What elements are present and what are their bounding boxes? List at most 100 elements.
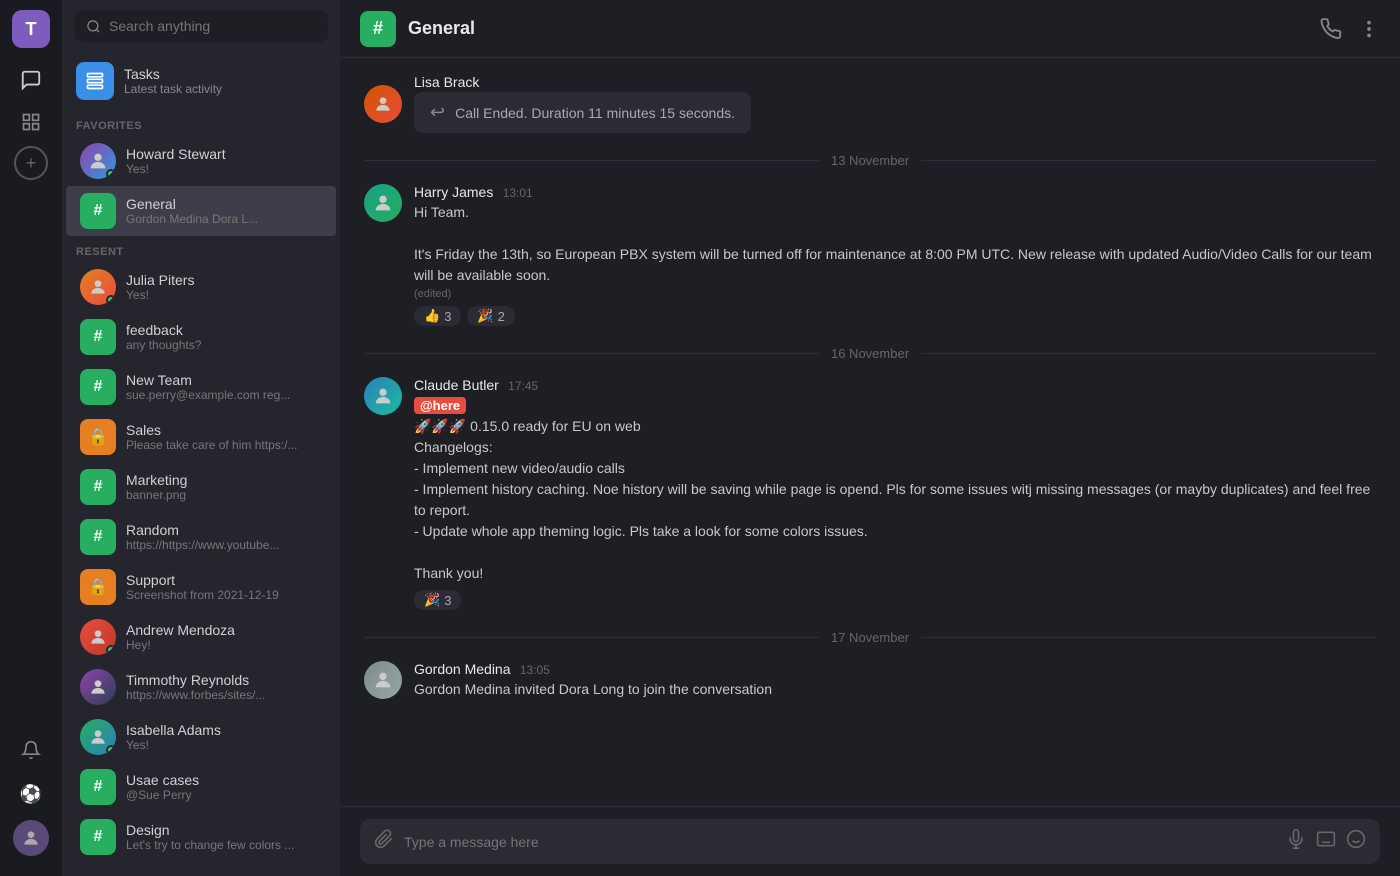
search-input[interactable]: [109, 18, 316, 34]
bell-icon[interactable]: [13, 732, 49, 768]
chat-title: General: [408, 18, 475, 39]
sidebar-item-sales[interactable]: 🔒 Sales Please take care of him https:/.…: [66, 412, 336, 462]
channel-name: Sales: [126, 422, 322, 438]
message-body: Claude Butler 17:45 @here 🚀🚀🚀 0.15.0 rea…: [414, 377, 1376, 610]
chat-messages: Lisa Brack ↩ Call Ended. Duration 11 min…: [340, 58, 1400, 806]
channel-name: Andrew Mendoza: [126, 622, 322, 638]
message-row-harry: Harry James 13:01 Hi Team. It's Friday t…: [364, 184, 1376, 326]
grid-icon[interactable]: [13, 104, 49, 140]
channel-sub: Please take care of him https:/...: [126, 438, 322, 452]
channel-hash-icon: #: [80, 769, 116, 805]
channel-sub: Hey!: [126, 638, 322, 652]
sender-name: Harry James: [414, 184, 493, 200]
favorites-section-label: FAVORITES: [62, 110, 340, 136]
message-time: 17:45: [508, 379, 538, 393]
channel-sub: https://www.forbes/sites/...: [126, 688, 322, 702]
chat-main: # General Lisa Brack ↩ Call: [340, 0, 1400, 876]
channel-sub: @Sue Perry: [126, 788, 322, 802]
more-options-icon[interactable]: [1358, 18, 1380, 40]
channel-hash-icon: #: [80, 319, 116, 355]
emoji-icon[interactable]: [1346, 829, 1366, 854]
channel-sub: Yes!: [126, 162, 322, 176]
channel-name: Timmothy Reynolds: [126, 672, 322, 688]
channel-sub: Let's try to change few colors ...: [126, 838, 322, 852]
sidebar-item-newteam[interactable]: # New Team sue.perry@example.com reg...: [66, 362, 336, 412]
sidebar-item-julia[interactable]: Julia Piters Yes!: [66, 262, 336, 312]
channel-sub: sue.perry@example.com reg...: [126, 388, 322, 402]
keyboard-icon[interactable]: [1316, 829, 1336, 854]
sender-name: Claude Butler: [414, 377, 499, 393]
tasks-item[interactable]: Tasks Latest task activity: [62, 52, 340, 110]
date-divider-16nov: 16 November: [364, 346, 1376, 361]
call-ended-bubble: ↩ Call Ended. Duration 11 minutes 15 sec…: [414, 92, 751, 133]
channel-hash-icon: #: [80, 369, 116, 405]
channel-name: New Team: [126, 372, 322, 388]
chat-icon[interactable]: [13, 62, 49, 98]
message-input-area: [340, 806, 1400, 876]
message-time: 13:05: [520, 663, 550, 677]
date-label: 13 November: [831, 153, 909, 168]
tasks-title: Tasks: [124, 66, 222, 82]
reaction-party2[interactable]: 🎉 3: [414, 590, 461, 610]
channel-sub: banner.png: [126, 488, 322, 502]
sidebar-item-general[interactable]: # General Gordon Medina Dora L...: [66, 186, 336, 236]
message-input[interactable]: [404, 834, 1276, 850]
sidebar-item-support[interactable]: 🔒 Support Screenshot from 2021-12-19: [66, 562, 336, 612]
channel-name: General: [126, 196, 322, 212]
avatar: [80, 619, 116, 655]
channel-hash-icon: #: [80, 469, 116, 505]
edited-label: (edited): [414, 288, 1376, 300]
channel-name: Julia Piters: [126, 272, 322, 288]
message-text: Gordon Medina invited Dora Long to join …: [414, 679, 1376, 700]
channel-name: Design: [126, 822, 322, 838]
sidebar-item-usecases[interactable]: # Usae cases @Sue Perry: [66, 762, 336, 812]
channel-name: Marketing: [126, 472, 322, 488]
harry-avatar: [364, 184, 402, 222]
sidebar-item-timmothy[interactable]: Timmothy Reynolds https://www.forbes/sit…: [66, 662, 336, 712]
sidebar-item-feedback[interactable]: # feedback any thoughts?: [66, 312, 336, 362]
call-ended-icon: ↩: [430, 102, 445, 123]
date-label: 16 November: [831, 346, 909, 361]
message-row-gordon: Gordon Medina 13:05 Gordon Medina invite…: [364, 661, 1376, 700]
message-text: Hi Team. It's Friday the 13th, so Europe…: [414, 202, 1376, 286]
search-bar[interactable]: [74, 10, 328, 42]
sidebar-item-marketing[interactable]: # Marketing banner.png: [66, 462, 336, 512]
sender-name: Lisa Brack: [414, 74, 479, 90]
avatar: [80, 269, 116, 305]
microphone-icon[interactable]: [1286, 829, 1306, 854]
avatar: [80, 669, 116, 705]
sidebar-item-andrew[interactable]: Andrew Mendoza Hey!: [66, 612, 336, 662]
tasks-subtitle: Latest task activity: [124, 82, 222, 96]
channel-sub: Yes!: [126, 288, 322, 302]
reaction-thumbsup[interactable]: 👍 3: [414, 306, 461, 326]
channel-sub: Yes!: [126, 738, 322, 752]
tasks-icon: [76, 62, 114, 100]
current-user-avatar[interactable]: [13, 820, 49, 856]
channel-hash-icon: #: [80, 819, 116, 855]
attachment-icon[interactable]: [374, 829, 394, 854]
soccer-icon[interactable]: ⚽: [13, 776, 49, 812]
sidebar-item-isabella[interactable]: Isabella Adams Yes!: [66, 712, 336, 762]
channel-name: feedback: [126, 322, 322, 338]
channel-name: Usae cases: [126, 772, 322, 788]
channel-sub: Screenshot from 2021-12-19: [126, 588, 322, 602]
sender-name: Gordon Medina: [414, 661, 511, 677]
mention-here-badge: @here: [414, 397, 466, 414]
call-ended-text: Call Ended. Duration 11 minutes 15 secon…: [455, 105, 735, 121]
call-ended-message: Lisa Brack ↩ Call Ended. Duration 11 min…: [364, 74, 1376, 133]
sidebar-item-design[interactable]: # Design Let's try to change few colors …: [66, 812, 336, 862]
lisa-avatar: [364, 85, 402, 123]
sidebar-item-howard-stewart[interactable]: Howard Stewart Yes!: [66, 136, 336, 186]
avatar: [80, 719, 116, 755]
add-workspace-button[interactable]: +: [14, 146, 48, 180]
channel-sub: Gordon Medina Dora L...: [126, 212, 322, 226]
message-body: Gordon Medina 13:05 Gordon Medina invite…: [414, 661, 1376, 700]
channel-name: Howard Stewart: [126, 146, 322, 162]
sidebar: Tasks Latest task activity FAVORITES How…: [62, 0, 340, 876]
reaction-party[interactable]: 🎉 2: [467, 306, 514, 326]
sidebar-item-random[interactable]: # Random https://https://www.youtube...: [66, 512, 336, 562]
channel-hash-icon: #: [80, 193, 116, 229]
user-avatar[interactable]: T: [12, 10, 50, 48]
claude-avatar: [364, 377, 402, 415]
phone-icon[interactable]: [1320, 18, 1342, 40]
